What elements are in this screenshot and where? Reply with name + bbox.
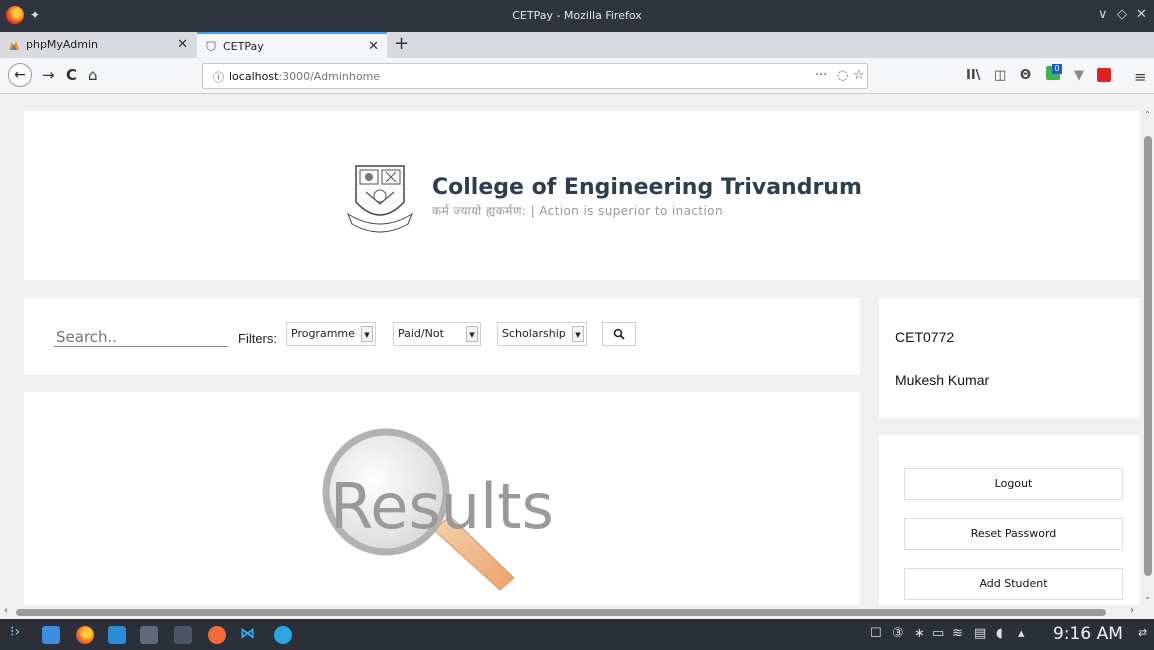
minimize-button[interactable]: ∨: [1098, 7, 1108, 22]
horizontal-scroll-thumb[interactable]: [16, 609, 1106, 616]
search-button[interactable]: [602, 322, 636, 346]
college-motto: कर्म ज्यायो ह्यकर्मण: | Action is superi…: [432, 204, 723, 218]
search-input[interactable]: [54, 327, 228, 347]
chevron-down-icon: ▼: [572, 326, 584, 342]
back-button[interactable]: ←: [8, 63, 32, 87]
maximize-button[interactable]: ◇: [1117, 7, 1127, 22]
wifi-icon[interactable]: ≋: [952, 626, 963, 641]
desktop-pager-icon[interactable]: [42, 626, 60, 644]
results-magnifier-graphic: Results: [322, 428, 554, 591]
user-name: Mukesh Kumar: [895, 372, 990, 388]
college-name: College of Engineering Trivandrum: [432, 175, 862, 200]
extension-badge: 0: [1052, 64, 1062, 74]
close-window-button[interactable]: ✕: [1136, 7, 1147, 22]
actions-panel: Logout Reset Password Add Student: [879, 435, 1140, 605]
filters-label: Filters:: [238, 331, 277, 346]
chevron-down-icon: ▼: [361, 326, 373, 342]
logout-button[interactable]: Logout: [904, 468, 1123, 500]
firefox-taskbar-icon[interactable]: [76, 626, 94, 644]
user-info-panel: CET0772 Mukesh Kumar: [879, 298, 1140, 418]
url-path: :3000/Adminhome: [278, 70, 381, 83]
clipboard-icon[interactable]: ▤: [974, 626, 986, 641]
paid-select-value: Paid/Not: [398, 327, 444, 340]
tab-label: CETPay: [223, 40, 264, 53]
page-viewport: College of Engineering Trivandrum कर्म ज…: [0, 95, 1142, 605]
clock[interactable]: 9:16 AM: [1053, 624, 1123, 644]
college-crest-logo: [346, 165, 414, 233]
show-desktop-icon[interactable]: ☐: [870, 626, 882, 641]
telegram-icon[interactable]: [274, 626, 292, 644]
scroll-right-icon[interactable]: ›: [1130, 605, 1134, 616]
chevron-down-icon: ▼: [466, 326, 478, 342]
scroll-down-icon[interactable]: ⌄: [1144, 592, 1151, 601]
reset-password-button[interactable]: Reset Password: [904, 518, 1123, 550]
app-launcher-icon[interactable]: ⁝›: [10, 624, 28, 642]
phpmyadmin-icon: [9, 41, 19, 50]
file-manager-icon[interactable]: [108, 626, 126, 644]
bluetooth-icon[interactable]: ∗: [914, 626, 925, 641]
programme-select[interactable]: Programme ▼: [286, 322, 376, 346]
tab-cetpay[interactable]: CETPay ✕: [197, 32, 387, 58]
filter-panel: Filters: Programme ▼ Paid/Not ▼ Scholars…: [24, 298, 860, 375]
home-button[interactable]: ⌂: [88, 66, 98, 84]
college-header: College of Engineering Trivandrum कर्म ज…: [24, 111, 1140, 280]
close-tab-icon[interactable]: ✕: [177, 32, 188, 58]
tab-label: phpMyAdmin: [26, 38, 98, 51]
forward-button[interactable]: →: [42, 66, 55, 84]
results-text: Results: [330, 470, 554, 543]
vpn-icon[interactable]: ▼: [1074, 68, 1084, 83]
page-actions-icon[interactable]: ···: [815, 68, 827, 83]
cet-crest-icon: [206, 41, 216, 51]
vertical-scroll-thumb[interactable]: [1144, 136, 1152, 576]
tab-phpmyadmin[interactable]: phpMyAdmin ✕: [0, 32, 196, 58]
scholarship-select[interactable]: Scholarship ▼: [497, 322, 587, 346]
close-tab-icon[interactable]: ✕: [368, 34, 379, 60]
horizontal-scrollbar[interactable]: ‹ ›: [0, 605, 1154, 619]
sidebar-icon[interactable]: ◫: [994, 68, 1006, 83]
user-id: CET0772: [895, 329, 955, 345]
panel-settings-icon[interactable]: ⇄: [1138, 626, 1147, 639]
battery-icon[interactable]: ▭: [932, 626, 944, 641]
reload-button[interactable]: C: [66, 66, 77, 84]
volume-icon[interactable]: ◖: [996, 626, 1003, 641]
terminal-icon[interactable]: [174, 626, 192, 644]
pocket-icon[interactable]: ◌: [837, 68, 848, 83]
navigation-toolbar: ← → C ⌂ ⓘ localhost:3000/Adminhome ··· ◌…: [0, 58, 1154, 94]
vscode-icon[interactable]: ⋈: [240, 624, 258, 642]
add-student-button[interactable]: Add Student: [904, 568, 1123, 600]
desktop-taskbar: ⁝› ⋈ ☐ ③ ∗ ▭ ≋ ▤ ◖ ▴ 9:16 AM ⇄: [0, 619, 1154, 650]
url-text: localhost:3000/Adminhome: [229, 70, 380, 83]
paid-select[interactable]: Paid/Not ▼: [393, 322, 481, 346]
results-panel: Results: [24, 392, 860, 605]
extension-icon[interactable]: 0: [1046, 64, 1062, 80]
vertical-scrollbar[interactable]: ⌃ ⌄: [1142, 110, 1154, 605]
info-icon[interactable]: ⓘ: [213, 69, 224, 85]
scholarship-select-value: Scholarship: [502, 327, 566, 340]
system-monitor-icon[interactable]: [140, 626, 158, 644]
updates-icon[interactable]: ③: [892, 626, 904, 641]
shield-extension-icon[interactable]: [1097, 68, 1111, 82]
bookmark-star-icon[interactable]: ☆: [853, 68, 865, 83]
new-tab-button[interactable]: +: [394, 32, 409, 56]
postman-icon[interactable]: [208, 626, 226, 644]
url-host: localhost: [229, 70, 279, 83]
window-title: CETPay - Mozilla Firefox: [512, 9, 642, 22]
programme-select-value: Programme: [291, 327, 355, 340]
url-bar[interactable]: ⓘ localhost:3000/Adminhome ··· ◌ ☆: [202, 63, 868, 89]
library-icon[interactable]: II\: [966, 68, 980, 83]
menu-icon[interactable]: ≡: [1134, 68, 1147, 86]
account-icon[interactable]: Θ: [1020, 68, 1031, 83]
scroll-left-icon[interactable]: ‹: [4, 605, 8, 616]
tab-strip: phpMyAdmin ✕ CETPay ✕ +: [0, 32, 1154, 58]
search-icon: [613, 328, 625, 340]
window-titlebar: ✦ CETPay - Mozilla Firefox ∨ ◇ ✕: [0, 0, 1154, 32]
tray-expand-icon[interactable]: ▴: [1018, 626, 1025, 641]
scroll-up-icon[interactable]: ⌃: [1144, 110, 1151, 119]
